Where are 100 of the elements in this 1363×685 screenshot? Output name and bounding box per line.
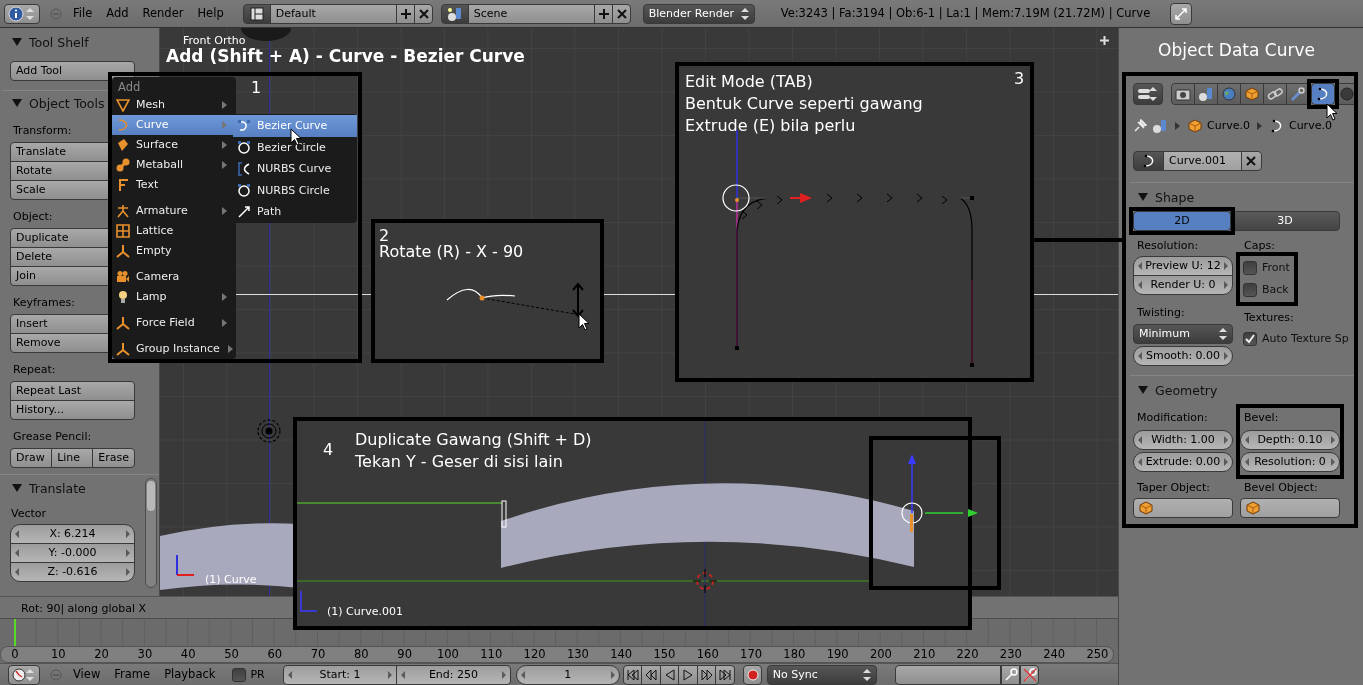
datablock-type-button[interactable] <box>1133 151 1164 171</box>
checkbox-label: Front <box>1262 261 1290 275</box>
skip-back-button[interactable] <box>641 664 661 685</box>
frame-number: 150 <box>652 647 677 662</box>
number-field[interactable]: Z: -0.616 <box>10 562 135 582</box>
add-tool-dropdown[interactable]: Add Tool <box>10 61 135 81</box>
toggle-button[interactable]: 2D <box>1133 211 1231 231</box>
frame-number: 250 <box>1085 647 1110 662</box>
scene-icon <box>1152 119 1168 133</box>
tool-button[interactable]: Draw <box>10 448 53 468</box>
frame-ruler[interactable]: 0 10 20 30 40 50 60 70 80 90 100 110 120 130 140 150 160 170 180 190 200 210 220 230 240 250 <box>0 646 1114 663</box>
add-button[interactable] <box>395 3 415 24</box>
checkbox[interactable] <box>1243 283 1257 297</box>
panel-header: Object Tools <box>12 95 105 111</box>
pin-icon <box>1133 119 1147 133</box>
taper-object-field[interactable] <box>1133 498 1233 518</box>
number-field[interactable]: Extrude: 0.00 <box>1133 452 1233 472</box>
scene-type-button[interactable] <box>440 3 469 24</box>
properties-tab[interactable] <box>1263 83 1287 105</box>
tool-button[interactable]: History... <box>10 400 135 420</box>
add-button[interactable] <box>593 3 613 24</box>
status-text: Rot: 90| along global X <box>21 602 147 615</box>
menu-item[interactable]: Mesh <box>112 95 236 115</box>
menu-item[interactable]: Render <box>135 6 191 21</box>
checkbox-label: Auto Texture Sp <box>1262 332 1349 346</box>
delete-keyframe-button[interactable] <box>1019 664 1039 685</box>
panel-header: Translate <box>12 480 86 496</box>
jump-end-button[interactable] <box>715 664 735 685</box>
sync-dropdown[interactable]: No Sync <box>766 664 877 685</box>
tool-button[interactable]: Repeat Last <box>10 381 135 401</box>
view-type-button[interactable] <box>1133 83 1163 105</box>
plus-icon <box>1100 36 1109 45</box>
tool-button[interactable]: Line <box>51 448 94 468</box>
cursor-3d-icon <box>256 418 282 444</box>
datablock-name-field[interactable]: Curve.001 <box>1163 151 1242 171</box>
group-label: Transform: <box>13 124 72 137</box>
insert-keyframe-button[interactable] <box>1000 664 1020 685</box>
checkbox[interactable] <box>232 667 247 682</box>
current-frame-field[interactable]: 1 <box>515 664 620 685</box>
number-field[interactable]: Smooth: 0.00 <box>1133 346 1233 366</box>
menu-item[interactable]: Help <box>190 6 231 21</box>
delete-button[interactable] <box>413 3 433 24</box>
scrollbar[interactable] <box>145 478 157 588</box>
toggle-icon <box>1137 88 1151 100</box>
unlink-button[interactable] <box>1241 151 1262 171</box>
cube-icon <box>1246 501 1260 515</box>
menu-item[interactable]: View <box>66 667 108 682</box>
frame-number: 120 <box>522 647 547 662</box>
editor-type-button[interactable] <box>4 3 40 24</box>
number-field[interactable]: Render U: 0 <box>1133 275 1233 295</box>
layout-type-button[interactable] <box>242 3 271 24</box>
menu-item[interactable]: Add <box>99 6 136 21</box>
jump-start-button[interactable] <box>622 664 643 685</box>
checkbox[interactable] <box>1243 332 1257 346</box>
bevel-object-field[interactable] <box>1240 498 1340 518</box>
editor-type-button[interactable] <box>8 664 40 685</box>
menu-item[interactable]: Path <box>233 201 357 223</box>
number-field[interactable]: Width: 1.00 <box>1133 430 1233 450</box>
menu-item[interactable]: Frame <box>107 667 158 682</box>
globe-icon <box>1221 87 1237 101</box>
menu-item[interactable]: File <box>66 6 100 21</box>
record-button[interactable] <box>742 664 762 685</box>
menu-item[interactable]: NURBS Circle <box>233 179 357 201</box>
frame-number: 60 <box>266 647 284 662</box>
properties-tab[interactable] <box>1240 83 1264 105</box>
number-field[interactable]: X: 6.214 <box>10 524 135 544</box>
scene-field[interactable]: Scene <box>467 3 595 24</box>
menu-item[interactable]: Lamp <box>112 287 236 307</box>
field-label: Vector <box>11 507 47 520</box>
close-icon <box>616 8 627 19</box>
menu-item[interactable]: Playback <box>157 667 223 682</box>
number-field[interactable]: Depth: 0.10 <box>1240 430 1340 450</box>
checkmark-icon <box>1245 334 1255 344</box>
fullscreen-button[interactable] <box>1170 2 1193 25</box>
menu-item[interactable]: Armature <box>112 201 236 221</box>
number-field[interactable]: Preview U: 12 <box>1133 256 1233 276</box>
end-frame-field[interactable]: End: 250 <box>396 664 511 685</box>
keying-set-field[interactable] <box>894 664 1001 685</box>
play-button[interactable] <box>678 664 698 685</box>
properties-tab[interactable] <box>1194 83 1218 105</box>
panel-header: Shape <box>1138 189 1195 205</box>
menu-item[interactable]: Bezier Circle <box>233 136 357 158</box>
skip-forward-button[interactable] <box>696 664 717 685</box>
twisting-dropdown[interactable]: Minimum <box>1133 324 1233 344</box>
menu-item[interactable]: NURBS Curve <box>233 158 357 180</box>
layout-field[interactable]: Default <box>269 3 397 24</box>
group-label: Object: <box>13 210 53 223</box>
render-engine-dropdown[interactable]: Blender Render <box>642 3 755 24</box>
properties-tab[interactable] <box>1171 83 1195 105</box>
delete-button[interactable] <box>611 3 631 24</box>
properties-tab[interactable] <box>1286 83 1310 105</box>
play-reverse-button[interactable] <box>659 664 680 685</box>
checkbox[interactable] <box>1243 261 1257 275</box>
number-field[interactable]: Resolution: 0 <box>1240 452 1340 472</box>
record-icon <box>746 668 759 681</box>
tool-button[interactable]: Erase <box>92 448 135 468</box>
number-field[interactable]: Y: -0.000 <box>10 543 135 563</box>
start-frame-field[interactable]: Start: 1 <box>282 664 398 685</box>
axes-icon <box>116 244 130 258</box>
view-label: Front Ortho <box>183 34 246 48</box>
